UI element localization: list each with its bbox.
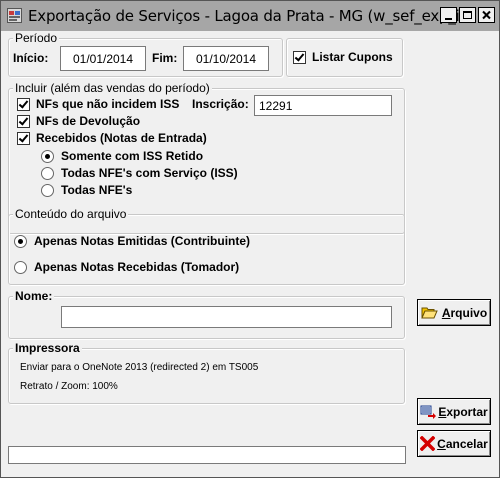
export-icon: [420, 405, 437, 419]
minimize-icon: [445, 18, 452, 20]
fim-label: Fim:: [152, 51, 178, 65]
arquivo-hotkey: A: [441, 305, 451, 320]
checkmark-icon: [18, 98, 29, 109]
cancelar-hotkey: C: [437, 436, 446, 451]
maximize-button[interactable]: [459, 7, 476, 23]
radio-notas-recebidas[interactable]: [14, 261, 27, 274]
checkmark-icon: [294, 51, 305, 62]
arquivo-button[interactable]: Arquivo: [417, 299, 491, 326]
folder-open-icon: [421, 307, 438, 319]
exportar-label: xportar: [446, 404, 488, 419]
nfs-nao-incidem-label: NFs que não incidem ISS: [36, 97, 180, 111]
recebidos-checkbox[interactable]: [17, 132, 30, 145]
nfs-devolucao-checkbox[interactable]: [17, 115, 30, 128]
status-field: [8, 446, 406, 464]
radio-todas-nfes-servico[interactable]: [41, 167, 54, 180]
cancelar-button[interactable]: Cancelar: [417, 430, 491, 457]
impressora-legend: Impressora: [13, 341, 82, 355]
conteudo-group: Conteúdo do arquivo: [8, 207, 405, 285]
minimize-button[interactable]: [440, 7, 457, 23]
impressora-group: Impressora: [8, 341, 405, 404]
radio-selected-dot: [45, 154, 50, 159]
exportar-button[interactable]: Exportar: [417, 398, 491, 425]
window-client: Período Início: 01/01/2014 Fim: 01/10/20…: [1, 31, 499, 477]
radio-somente-iss-retido[interactable]: [41, 150, 54, 163]
radio-todas-nfes-label: Todas NFE's: [61, 183, 133, 197]
impressora-printer-text: Enviar para o OneNote 2013 (redirected 2…: [20, 362, 259, 373]
title-bar[interactable]: Exportação de Serviços - Lagoa da Prata …: [1, 1, 499, 31]
arquivo-label: rquivo: [450, 305, 488, 320]
listar-cupons-checkbox[interactable]: [293, 51, 306, 64]
incluir-legend: Incluir (além das vendas do período): [13, 81, 212, 95]
cancelar-label: ancelar: [445, 436, 488, 451]
radio-todas-nfes-servico-label: Todas NFE's com Serviço (ISS): [61, 166, 238, 180]
nfs-devolucao-label: NFs de Devolução: [36, 114, 141, 128]
radio-selected-dot: [18, 239, 23, 244]
nome-field[interactable]: [61, 306, 392, 328]
radio-todas-nfes[interactable]: [41, 184, 54, 197]
close-icon: [482, 10, 491, 20]
nome-legend: Nome:: [13, 289, 55, 303]
radio-somente-iss-retido-label: Somente com ISS Retido: [61, 149, 204, 163]
radio-notas-recebidas-label: Apenas Notas Recebidas (Tomador): [34, 260, 240, 274]
inicio-date-field[interactable]: 01/01/2014: [60, 46, 146, 71]
inscricao-field[interactable]: 12291: [254, 95, 392, 116]
exportar-hotkey: E: [438, 404, 447, 419]
window-title: Exportação de Serviços - Lagoa da Prata …: [28, 7, 481, 25]
inicio-label: Início:: [13, 51, 49, 65]
close-button[interactable]: [478, 7, 495, 23]
radio-notas-emitidas[interactable]: [14, 235, 27, 248]
app-icon: [7, 8, 22, 23]
nfs-nao-incidem-checkbox[interactable]: [17, 98, 30, 111]
checkmark-icon: [18, 132, 29, 143]
cancel-x-icon: [420, 436, 436, 451]
fim-date-field[interactable]: 01/10/2014: [183, 46, 269, 71]
inscricao-label: Inscrição:: [192, 97, 249, 111]
maximize-icon: [463, 11, 472, 19]
radio-notas-emitidas-label: Apenas Notas Emitidas (Contribuinte): [34, 234, 251, 248]
conteudo-legend: Conteúdo do arquivo: [13, 207, 129, 221]
export-window: Exportação de Serviços - Lagoa da Prata …: [0, 0, 500, 478]
listar-cupons-label: Listar Cupons: [312, 50, 393, 64]
recebidos-label: Recebidos (Notas de Entrada): [36, 131, 207, 145]
checkmark-icon: [18, 115, 29, 126]
periodo-legend: Período: [13, 31, 60, 45]
impressora-zoom-text: Retrato / Zoom: 100%: [20, 381, 118, 392]
